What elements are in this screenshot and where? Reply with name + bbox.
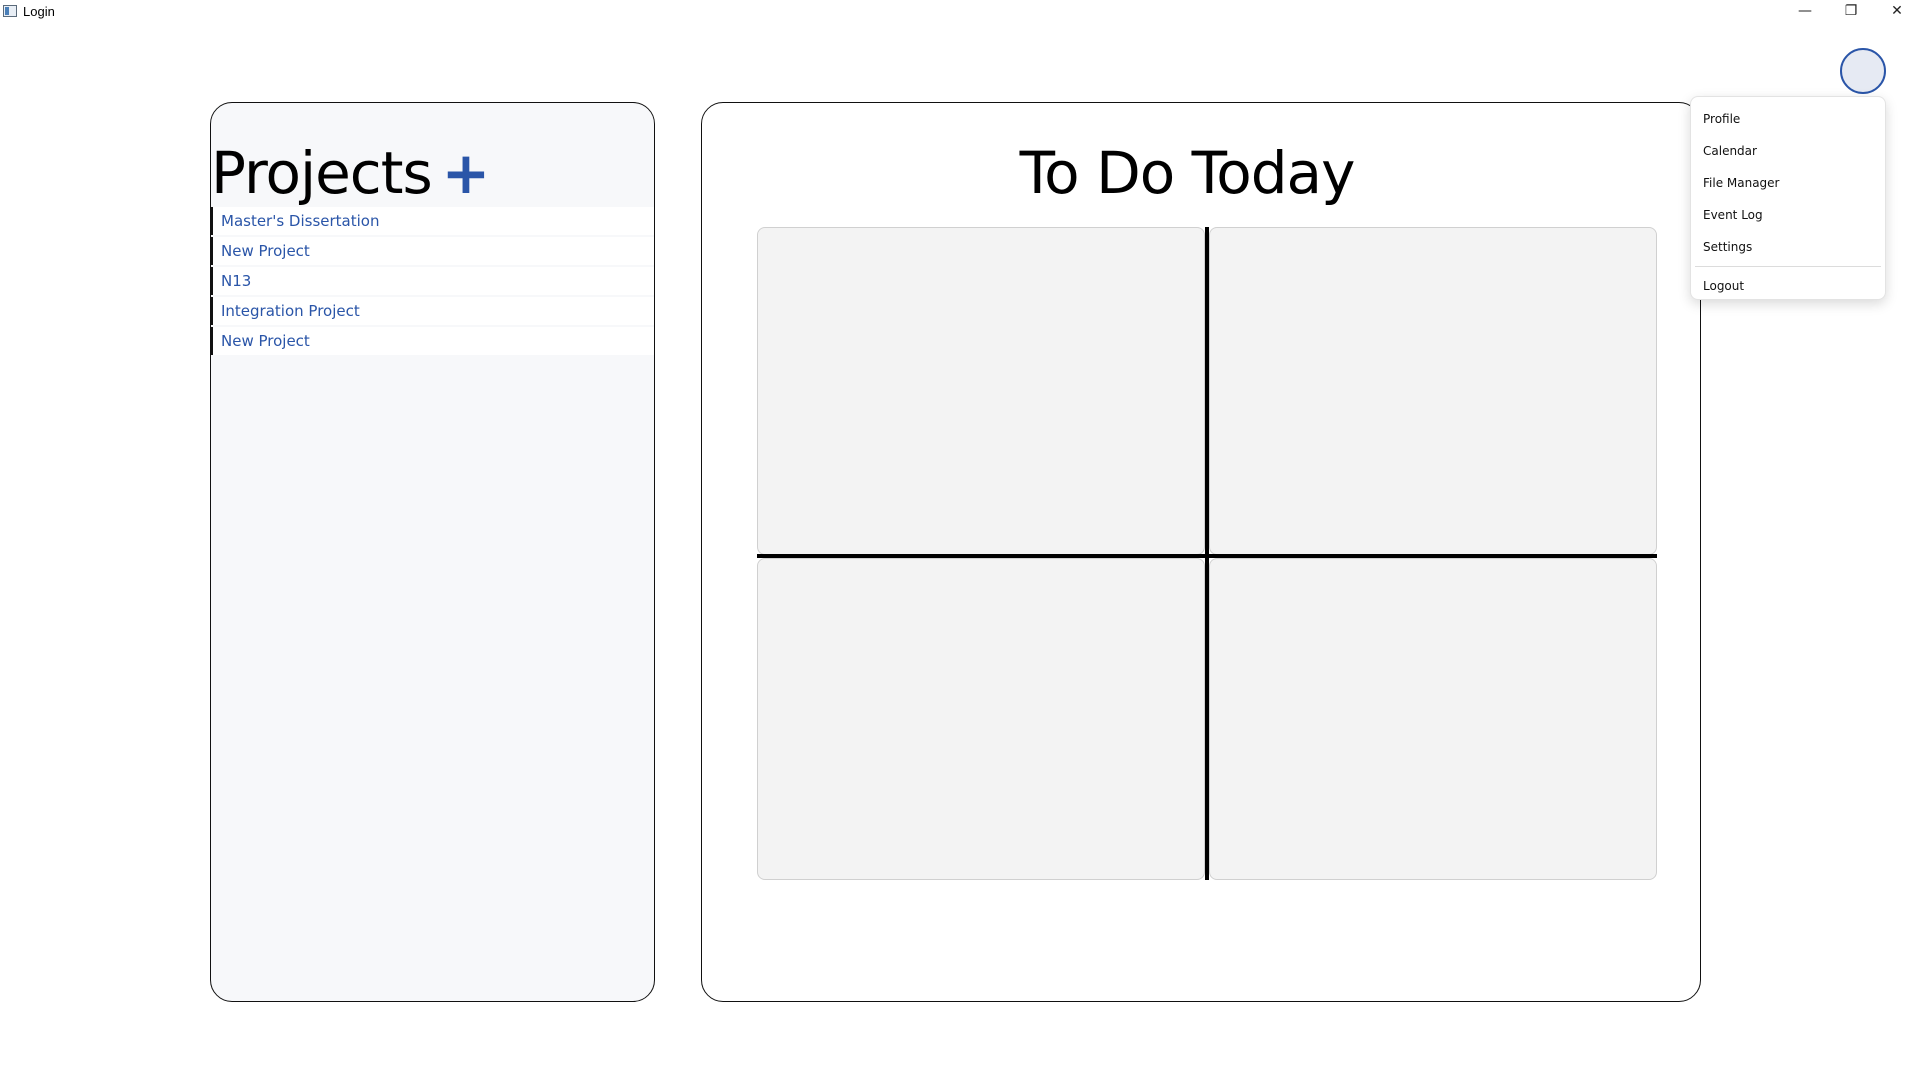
menu-item-calendar[interactable]: Calendar	[1691, 135, 1885, 167]
projects-header: Projects +	[211, 139, 490, 207]
projects-panel: Projects + Master's Dissertation New Pro…	[210, 102, 655, 1002]
menu-item-file-manager[interactable]: File Manager	[1691, 167, 1885, 199]
add-project-button[interactable]: +	[442, 144, 491, 202]
project-item[interactable]: N13	[211, 267, 654, 295]
todo-quadrant-top-right[interactable]	[1209, 227, 1657, 555]
todo-quadrant-top-left[interactable]	[757, 227, 1205, 555]
quadrant-horizontal-divider	[757, 554, 1657, 558]
projects-title: Projects	[211, 139, 433, 207]
close-button[interactable]: ✕	[1874, 0, 1920, 22]
todo-quadrant-bottom-right[interactable]	[1209, 558, 1657, 880]
window-title: Login	[23, 3, 55, 19]
app-icon	[3, 5, 17, 17]
menu-item-event-log[interactable]: Event Log	[1691, 199, 1885, 231]
project-item[interactable]: Integration Project	[211, 297, 654, 325]
user-avatar-button[interactable]	[1840, 48, 1886, 94]
window-controls: — ❐ ✕	[1782, 0, 1920, 22]
maximize-button[interactable]: ❐	[1828, 0, 1874, 22]
todo-panel: To Do Today	[701, 102, 1701, 1002]
todo-quadrant-bottom-left[interactable]	[757, 558, 1205, 880]
user-menu: Profile Calendar File Manager Event Log …	[1690, 96, 1886, 300]
menu-item-logout[interactable]: Logout	[1691, 270, 1885, 302]
window-titlebar: Login — ❐ ✕	[0, 0, 1920, 22]
menu-item-settings[interactable]: Settings	[1691, 231, 1885, 263]
project-item[interactable]: Master's Dissertation	[211, 207, 654, 235]
todo-title: To Do Today	[1019, 139, 1356, 207]
menu-item-profile[interactable]: Profile	[1691, 103, 1885, 135]
project-list: Master's Dissertation New Project N13 In…	[211, 207, 654, 357]
minimize-button[interactable]: —	[1782, 0, 1828, 22]
menu-separator	[1695, 266, 1881, 267]
project-item[interactable]: New Project	[211, 237, 654, 265]
project-item[interactable]: New Project	[211, 327, 654, 355]
